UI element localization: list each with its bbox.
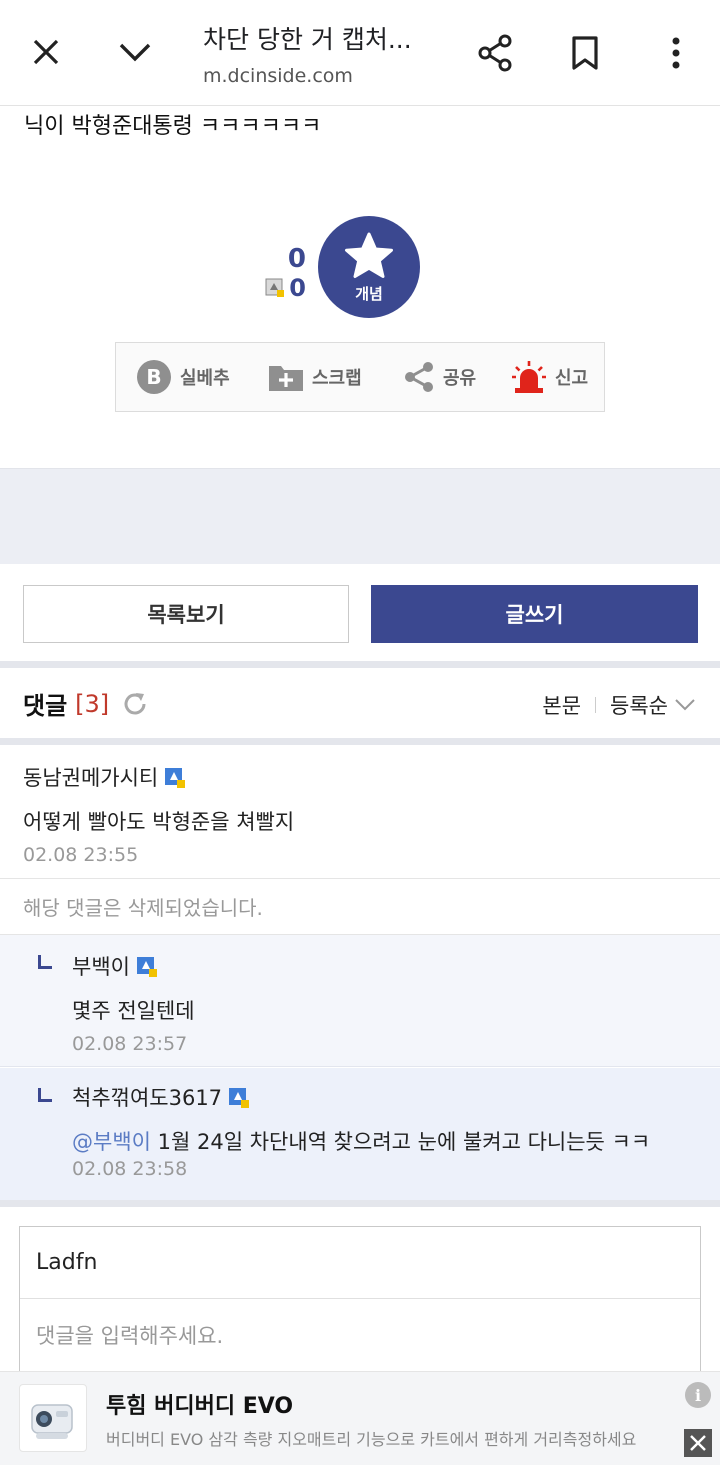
star-icon	[345, 232, 393, 278]
page-title[interactable]: 차단 당한 거 캡처...	[203, 20, 412, 56]
comments-sort: 본문 등록순	[542, 690, 696, 720]
browser-toolbar: 차단 당한 거 캡처... m.dcinside.com	[0, 0, 720, 106]
comment-item: 동남권메가시티 어떻게 빨아도 박형준을 쳐빨지 02.08 23:55	[0, 762, 720, 866]
refresh-icon[interactable]	[121, 690, 149, 718]
best-b-icon: B	[137, 360, 171, 394]
comments-header: 댓글 [3]	[23, 686, 149, 721]
recommend-fixed-count: 0	[289, 274, 306, 302]
chevron-down-icon[interactable]	[114, 32, 156, 72]
share-icon	[405, 362, 433, 392]
share-icon[interactable]	[474, 32, 516, 74]
write-button[interactable]: 글쓰기	[371, 585, 698, 643]
reply-date: 02.08 23:57	[72, 1033, 188, 1055]
ad-description: 버디버디 EVO 삼각 측량 지오매트리 기능으로 카트에서 편하게 거리측정하…	[106, 1430, 637, 1449]
reply-text: 1월 24일 차단내역 찾으려고 눈에 불켜고 다니는듯 ㅋㅋ	[157, 1130, 651, 1154]
post-body-text: 닉이 박형준대통령 ㅋㅋㅋㅋㅋㅋ	[24, 114, 322, 139]
ad-banner[interactable]: 투힘 버디버디 EVO 버디버디 EVO 삼각 측량 지오매트리 기능으로 카트…	[0, 1371, 720, 1465]
reply-text-row: @부백이 1월 24일 차단내역 찾으려고 눈에 불켜고 다니는듯 ㅋㅋ	[72, 1126, 720, 1156]
chevron-down-icon	[675, 699, 695, 711]
comment-form: Ladfn 댓글을 입력해주세요.	[19, 1226, 701, 1386]
recommend-button[interactable]: 개념	[318, 216, 420, 318]
recommend-up-count: 0	[287, 244, 306, 274]
recommend-button-label: 개념	[355, 284, 383, 303]
folder-plus-icon	[269, 366, 303, 391]
best-recommend-label: 실베추	[180, 368, 230, 389]
siren-icon	[512, 361, 546, 393]
reply-nick[interactable]: 부백이	[72, 951, 130, 981]
share-post-label: 공유	[443, 368, 477, 389]
page-url[interactable]: m.dcinside.com	[203, 65, 353, 87]
close-icon[interactable]	[684, 1429, 712, 1457]
fixed-nick-icon	[136, 956, 157, 977]
reply-indicator-icon	[38, 1088, 52, 1102]
more-vert-icon[interactable]	[660, 32, 692, 74]
close-icon[interactable]	[26, 32, 66, 72]
sort-order-label: 등록순	[610, 694, 668, 718]
svg-text:B: B	[146, 365, 161, 389]
sort-separator	[595, 697, 597, 713]
best-recommend-button[interactable]: B 실베추	[136, 359, 230, 395]
fixed-nick-icon	[164, 767, 186, 788]
reply-nick[interactable]: 척추꺾여도3617	[72, 1082, 222, 1112]
bookmark-icon[interactable]	[566, 32, 604, 74]
reply-nick-row: 척추꺾여도3617	[72, 1082, 720, 1112]
report-button[interactable]: 신고	[511, 360, 588, 394]
comments-title: 댓글	[23, 692, 68, 720]
sort-body-tab[interactable]: 본문	[542, 690, 581, 720]
scrap-label: 스크랩	[312, 368, 362, 389]
share-post-button[interactable]: 공유	[403, 361, 476, 393]
section-spacer	[0, 468, 720, 564]
deleted-comment: 해당 댓글은 삭제되었습니다.	[0, 878, 720, 935]
divider	[0, 1200, 720, 1207]
recommend-counts: 0 0	[250, 244, 306, 302]
report-label: 신고	[555, 368, 589, 389]
reply-indicator-icon	[38, 955, 52, 969]
comment-nick-row: 동남권메가시티	[23, 762, 720, 792]
fixed-nick-icon	[265, 278, 285, 298]
divider	[0, 738, 720, 745]
list-view-button[interactable]: 목록보기	[23, 585, 349, 643]
recommend-fixed-row: 0	[250, 274, 306, 302]
comments-count: [3]	[75, 689, 110, 718]
comment-date: 02.08 23:55	[23, 844, 139, 866]
scrap-button[interactable]: 스크랩	[268, 362, 362, 392]
ad-title[interactable]: 투힘 버디버디 EVO	[106, 1388, 293, 1420]
comment-input[interactable]: 댓글을 입력해주세요.	[20, 1299, 700, 1371]
reply-mention[interactable]: @부백이	[72, 1130, 151, 1154]
sort-order-dropdown[interactable]: 등록순	[610, 690, 696, 720]
reply-nick-row: 부백이	[72, 951, 720, 981]
reply-date: 02.08 23:58	[72, 1158, 188, 1180]
reply-item: 척추꺾여도3617 @부백이 1월 24일 차단내역 찾으려고 눈에 불켜고 다…	[0, 1068, 720, 1200]
nickname-input[interactable]: Ladfn	[20, 1227, 700, 1299]
divider	[0, 661, 720, 668]
comment-nick[interactable]: 동남권메가시티	[23, 762, 158, 792]
comment-text: 어떻게 빨아도 박형준을 쳐빨지	[23, 810, 295, 834]
ad-product-image	[19, 1384, 87, 1452]
post-actions-bar: B 실베추 스크랩 공유 신고	[115, 342, 605, 412]
fixed-nick-icon	[228, 1087, 250, 1108]
reply-text: 몇주 전일텐데	[72, 999, 195, 1023]
info-icon[interactable]: i	[685, 1382, 711, 1408]
reply-item: 부백이 몇주 전일텐데 02.08 23:57	[0, 935, 720, 1067]
